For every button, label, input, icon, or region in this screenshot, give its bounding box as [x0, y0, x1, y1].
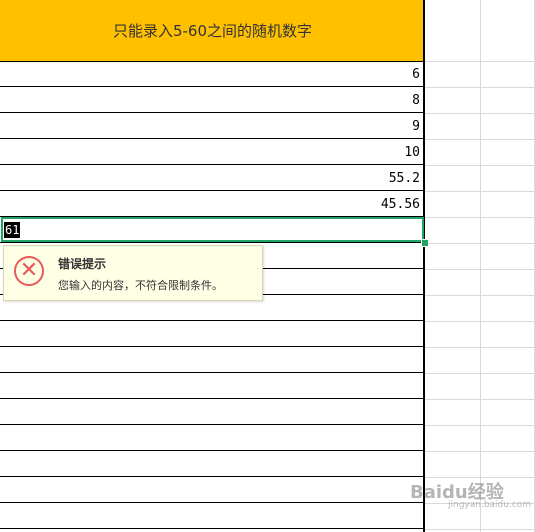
- gridline: [480, 0, 481, 532]
- table-cell[interactable]: [0, 374, 423, 399]
- table-cell[interactable]: [0, 322, 423, 347]
- gridline: [425, 87, 535, 88]
- table-cell[interactable]: 45.56: [0, 192, 423, 217]
- fill-handle[interactable]: [421, 239, 429, 247]
- gridline: [425, 321, 535, 322]
- gridline: [425, 451, 535, 452]
- gridline: [425, 425, 535, 426]
- cell-edit-value[interactable]: 61: [4, 222, 21, 238]
- text-caret: [19, 222, 20, 238]
- gridline: [425, 243, 535, 244]
- table-cell[interactable]: 6: [0, 62, 423, 87]
- tooltip-message: 您输入的内容，不符合限制条件。: [58, 279, 223, 292]
- gridline: [425, 399, 535, 400]
- gridline: [425, 139, 535, 140]
- gridline: [425, 269, 535, 270]
- table-cell[interactable]: [0, 478, 423, 503]
- table-cell[interactable]: [0, 348, 423, 373]
- table-cell[interactable]: 10: [0, 140, 423, 165]
- gridline: [425, 191, 535, 192]
- gridline: [425, 113, 535, 114]
- table-cell[interactable]: 9: [0, 114, 423, 139]
- table-cell[interactable]: 8: [0, 88, 423, 113]
- column-header-cell[interactable]: 只能录入5-60之间的随机数字: [0, 0, 425, 62]
- table-cell[interactable]: [0, 426, 423, 451]
- gridline: [425, 347, 535, 348]
- error-x-icon: ✕: [14, 256, 44, 286]
- table-cell[interactable]: [0, 504, 423, 529]
- table-cell[interactable]: [0, 400, 423, 425]
- validation-error-tooltip: ✕ 错误提示 您输入的内容，不符合限制条件。: [3, 245, 263, 301]
- gridline: [425, 373, 535, 374]
- spreadsheet: 只能录入5-60之间的随机数字 6 8 9 10 55.2 45.56 61 ✕…: [0, 0, 535, 532]
- table-cell[interactable]: [0, 452, 423, 477]
- gridline: [425, 165, 535, 166]
- active-cell[interactable]: [1, 217, 424, 242]
- gridline: [425, 529, 535, 530]
- table-cell[interactable]: 55.2: [0, 166, 423, 191]
- gridline: [425, 295, 535, 296]
- column-border: [423, 0, 425, 532]
- watermark-url: jingyan.baidu.com: [448, 500, 532, 510]
- tooltip-title: 错误提示: [58, 257, 107, 271]
- gridline: [425, 61, 535, 62]
- gridline: [425, 217, 535, 218]
